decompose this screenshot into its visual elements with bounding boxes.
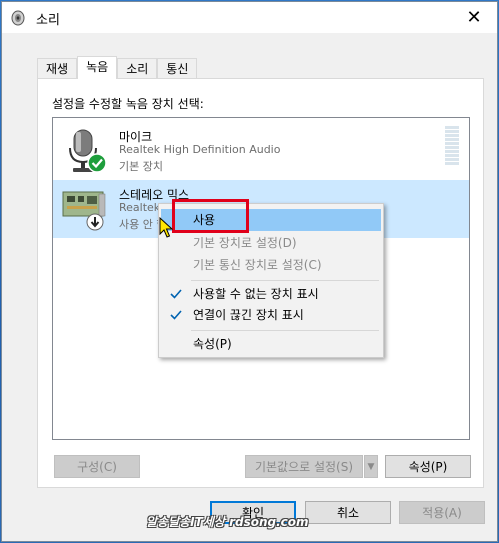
title-bar: 소리 ✕ [2,2,497,33]
panel-instruction: 설정을 수정할 녹음 장치 선택: [52,97,204,111]
menu-separator [191,330,379,331]
device-item-microphone[interactable]: 마이크 Realtek High Definition Audio 기본 장치 [53,122,469,180]
set-default-button[interactable]: 기본값으로 설정(S) [245,455,363,478]
tab-recording[interactable]: 녹음 [77,56,118,79]
menu-item-label: 연결이 끊긴 장치 표시 [193,308,304,322]
window-title: 소리 [36,13,60,28]
menu-item-label: 사용할 수 없는 장치 표시 [193,287,319,301]
properties-button[interactable]: 속성(P) [385,455,471,478]
close-icon: ✕ [466,7,482,28]
checkmark-icon [170,310,182,320]
menu-separator [191,280,379,281]
menu-item-show-disabled[interactable]: 사용할 수 없는 장치 표시 [161,283,381,305]
sound-card-icon [62,191,106,231]
set-default-dropdown[interactable]: ▼ [364,455,378,478]
configure-button[interactable]: 구성(C) [54,455,140,478]
check-badge-icon [87,153,107,173]
menu-item-properties[interactable]: 속성(P) [161,333,381,355]
device-driver: Realtek High Definition Audio [119,143,281,156]
apply-button[interactable]: 적용(A) [399,501,485,524]
close-button[interactable]: ✕ [451,2,497,33]
tab-bar: 재생 녹음 소리 통신 [37,56,198,79]
menu-item-set-default-comm[interactable]: 기본 통신 장치로 설정(C) [161,254,381,276]
tab-communications[interactable]: 통신 [157,58,198,79]
watermark: 알송달송IT세상 rdsong.com [146,515,309,529]
microphone-icon [69,129,107,173]
annotation-highlight-box [172,199,249,233]
chevron-down-icon: ▼ [367,461,375,472]
cancel-button[interactable]: 취소 [305,501,391,524]
tab-playback[interactable]: 재생 [37,58,78,79]
checkmark-icon [170,289,182,299]
sound-dialog: 소리 ✕ 재생 녹음 소리 통신 설정을 수정할 녹음 장치 선택: 마이크 R… [1,1,498,542]
tab-sounds[interactable]: 소리 [117,58,158,79]
menu-item-set-default[interactable]: 기본 장치로 설정(D) [161,232,381,254]
level-meter [445,126,459,168]
device-status: 기본 장치 [119,160,163,173]
speaker-icon [11,10,25,26]
menu-item-show-disconnected[interactable]: 연결이 끊긴 장치 표시 [161,304,381,326]
mouse-cursor-icon [159,217,173,238]
